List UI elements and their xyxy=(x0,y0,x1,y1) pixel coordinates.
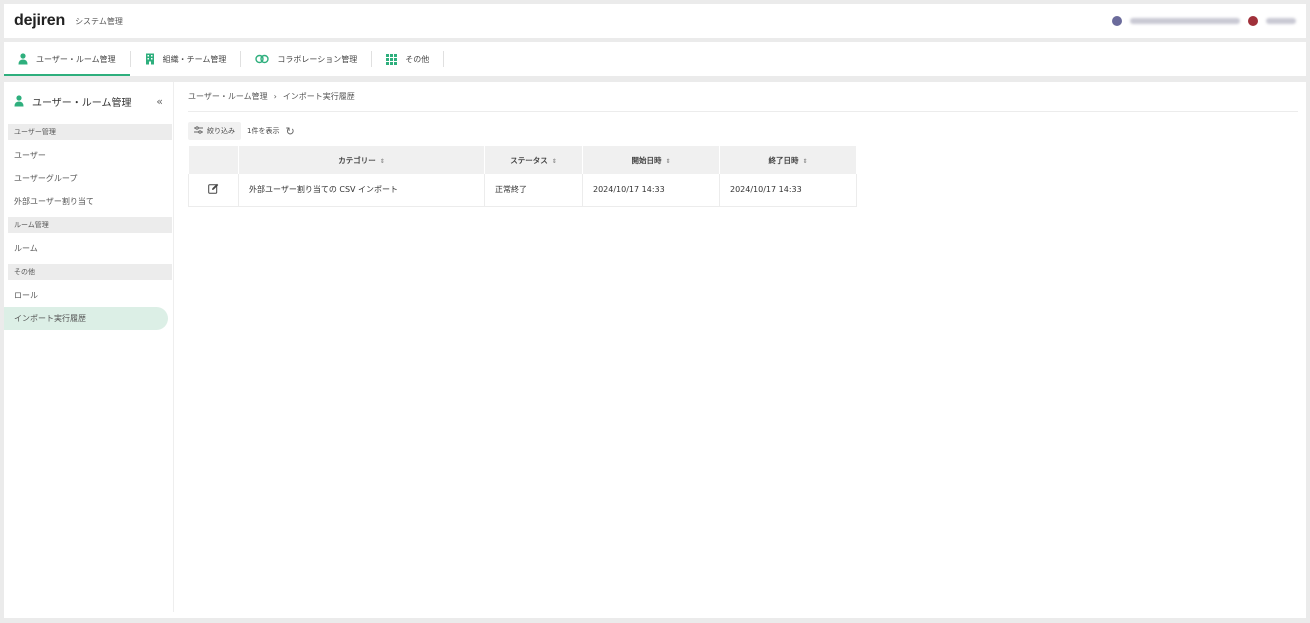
sidebar-item-user-groups[interactable]: ユーザーグループ xyxy=(4,167,173,190)
column-header-label: ステータス xyxy=(510,155,548,165)
tab-label: その他 xyxy=(405,54,430,64)
breadcrumb-current: インポート実行履歴 xyxy=(282,92,355,101)
link-icon xyxy=(255,54,270,64)
user-avatar[interactable] xyxy=(1248,16,1258,26)
import-history-table: カテゴリー ⇕ ステータス ⇕ 開始日時 ⇕ 終了日時 ⇕ 外部ユーザー割り当て… xyxy=(188,146,857,207)
result-count: 1件を表示 xyxy=(247,127,280,135)
column-header-status[interactable]: ステータス ⇕ xyxy=(484,146,583,174)
sidebar-item-roles[interactable]: ロール xyxy=(4,284,173,307)
sidebar: ユーザー・ルーム管理 « ユーザー管理 ユーザー ユーザーグループ 外部ユーザー… xyxy=(4,82,174,612)
breadcrumb-separator-icon: › xyxy=(273,92,277,101)
breadcrumb: ユーザー・ルーム管理 › インポート実行履歴 xyxy=(188,82,1298,112)
tab-collaboration[interactable]: コラボレーション管理 xyxy=(241,42,371,76)
sidebar-item-users[interactable]: ユーザー xyxy=(4,144,173,167)
column-header-label: カテゴリー xyxy=(338,155,376,165)
column-header-end-time[interactable]: 終了日時 ⇕ xyxy=(719,146,857,174)
table-header-row: カテゴリー ⇕ ステータス ⇕ 開始日時 ⇕ 終了日時 ⇕ xyxy=(188,146,857,174)
column-header-action xyxy=(188,146,239,174)
app-title: システム管理 xyxy=(75,16,123,26)
building-icon xyxy=(145,53,155,65)
person-icon xyxy=(18,53,28,65)
cell-category: 外部ユーザー割り当ての CSV インポート xyxy=(238,174,485,207)
sidebar-header: ユーザー・ルーム管理 « xyxy=(4,82,173,120)
tab-divider xyxy=(443,51,445,67)
app-header: dejiren システム管理 xyxy=(4,4,1306,38)
breadcrumb-parent[interactable]: ユーザー・ルーム管理 xyxy=(188,91,268,102)
tab-label: ユーザー・ルーム管理 xyxy=(36,54,116,64)
filter-button[interactable]: 絞り込み xyxy=(188,122,241,140)
column-header-label: 終了日時 xyxy=(768,155,799,165)
sort-icon: ⇕ xyxy=(665,157,671,165)
sidebar-group-user-management: ユーザー管理 xyxy=(8,124,172,140)
tab-label: コラボレーション管理 xyxy=(277,54,358,64)
main-panel: ユーザー・ルーム管理 « ユーザー管理 ユーザー ユーザーグループ 外部ユーザー… xyxy=(4,82,1306,618)
sidebar-item-external-user-assignment[interactable]: 外部ユーザー割り当て xyxy=(4,190,173,213)
cell-status: 正常終了 xyxy=(484,174,583,207)
organization-avatar[interactable] xyxy=(1112,16,1122,26)
header-user-area[interactable] xyxy=(1112,16,1296,26)
refresh-icon[interactable]: ↻ xyxy=(285,125,294,138)
edit-icon[interactable] xyxy=(208,183,219,196)
filter-sliders-icon xyxy=(194,126,203,136)
column-header-category[interactable]: カテゴリー ⇕ xyxy=(238,146,485,174)
sidebar-item-rooms[interactable]: ルーム xyxy=(4,237,173,260)
top-tab-bar: ユーザー・ルーム管理 組織・チーム管理 コラボレーション管理 その他 xyxy=(4,42,1306,76)
sidebar-group-room-management: ルーム管理 xyxy=(8,217,172,233)
sort-icon: ⇕ xyxy=(802,157,808,165)
sidebar-group-other: その他 xyxy=(8,264,172,280)
double-chevron-left-icon[interactable]: « xyxy=(156,95,163,108)
column-header-start-time[interactable]: 開始日時 ⇕ xyxy=(582,146,720,174)
sidebar-item-import-history[interactable]: インポート実行履歴 xyxy=(4,307,168,330)
column-header-label: 開始日時 xyxy=(631,155,662,165)
cell-end-time: 2024/10/17 14:33 xyxy=(719,174,857,207)
cell-start-time: 2024/10/17 14:33 xyxy=(582,174,720,207)
app-logo[interactable]: dejiren xyxy=(14,12,65,30)
filter-label: 絞り込み xyxy=(207,127,235,135)
row-action-cell xyxy=(188,174,239,207)
tab-user-room[interactable]: ユーザー・ルーム管理 xyxy=(4,42,130,76)
organization-name-blurred xyxy=(1130,18,1240,24)
content-area: ユーザー・ルーム管理 › インポート実行履歴 絞り込み 1件を表示 ↻ カテゴリ… xyxy=(188,82,1298,612)
table-row[interactable]: 外部ユーザー割り当ての CSV インポート 正常終了 2024/10/17 14… xyxy=(188,174,857,207)
sort-icon: ⇕ xyxy=(379,157,385,165)
sort-icon: ⇕ xyxy=(551,157,557,165)
person-icon xyxy=(14,95,24,107)
sidebar-title: ユーザー・ルーム管理 xyxy=(32,97,132,109)
tab-label: 組織・チーム管理 xyxy=(162,54,227,64)
tab-organization-team[interactable]: 組織・チーム管理 xyxy=(131,42,241,76)
user-name-blurred xyxy=(1266,18,1296,24)
tab-other[interactable]: その他 xyxy=(372,42,443,76)
toolbar: 絞り込み 1件を表示 ↻ xyxy=(188,116,1298,146)
grid-icon xyxy=(386,53,398,65)
